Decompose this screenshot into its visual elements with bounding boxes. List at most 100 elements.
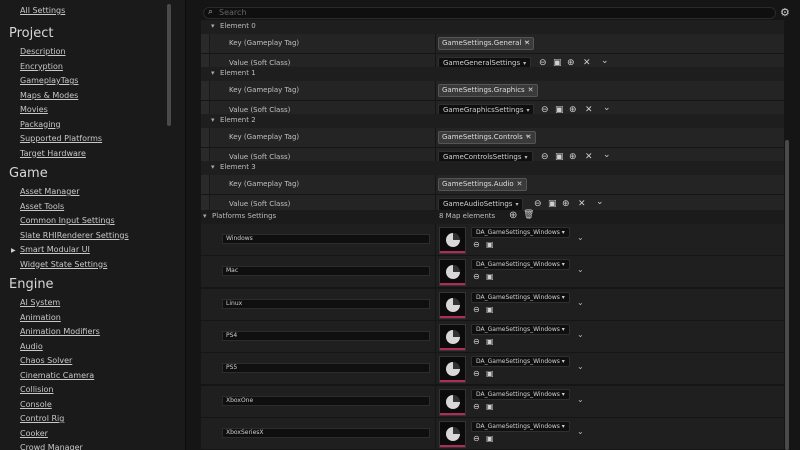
search-box[interactable]: ⌕ Search <box>203 7 776 19</box>
column-divider[interactable] <box>435 385 436 417</box>
column-divider[interactable] <box>435 175 436 194</box>
asset-thumbnail[interactable] <box>439 420 466 448</box>
asset-thumbnail[interactable] <box>439 227 466 254</box>
all-settings-link[interactable]: All Settings <box>20 6 65 15</box>
chevron-down-icon[interactable]: ⌄ <box>524 130 531 139</box>
column-divider[interactable] <box>435 81 436 100</box>
chevron-down-icon[interactable]: ⌄ <box>527 83 534 92</box>
use-selected-icon[interactable]: ⊖ <box>473 434 480 443</box>
sidebar-item[interactable]: Crowd Manager <box>20 443 83 450</box>
chevron-down-icon[interactable]: ⌄ <box>523 36 530 45</box>
sidebar-item[interactable]: Animation Modifiers <box>20 327 100 336</box>
column-divider[interactable] <box>435 128 436 147</box>
sidebar-item[interactable]: Slate RHIRenderer Settings <box>20 231 129 240</box>
sidebar-item[interactable]: Chaos Solver <box>20 356 72 365</box>
sidebar-item[interactable]: AI System <box>20 298 60 307</box>
chevron-down-icon[interactable]: ⌄ <box>577 395 584 404</box>
asset-picker[interactable]: DA_GameSettings_Windows ▾ <box>471 291 570 303</box>
element-header[interactable]: ▾ Element 1 <box>201 67 784 81</box>
use-selected-icon[interactable]: ⊖ <box>473 337 480 346</box>
sidebar-item[interactable]: Asset Manager <box>20 187 79 196</box>
sidebar-item[interactable]: Target Hardware <box>20 149 86 158</box>
add-icon[interactable]: ⊕ <box>509 210 517 221</box>
expand-arrow-icon[interactable]: ▶ <box>11 247 16 254</box>
chevron-down-icon[interactable]: ▾ <box>211 22 215 30</box>
asset-thumbnail[interactable] <box>439 291 466 319</box>
sidebar-item[interactable]: Cooker <box>20 429 48 438</box>
sidebar-item[interactable]: Control Rig <box>20 414 64 423</box>
chevron-down-icon[interactable]: ⌄ <box>601 56 609 66</box>
platform-key-field[interactable]: Linux <box>222 298 430 309</box>
platform-key-field[interactable]: PS5 <box>222 363 430 374</box>
sidebar-item[interactable]: Movies <box>20 105 48 114</box>
chevron-down-icon[interactable]: ⌄ <box>596 197 604 207</box>
browse-icon[interactable]: ▣ <box>486 272 494 281</box>
delete-icon[interactable]: ✕ <box>578 199 586 209</box>
sidebar-item[interactable]: Animation <box>20 313 61 322</box>
column-divider[interactable] <box>435 417 436 449</box>
browse-icon[interactable]: ▣ <box>486 402 494 411</box>
asset-thumbnail[interactable] <box>439 388 466 416</box>
gameplay-tag-chip[interactable]: GameSettings.Graphics ✕ <box>438 84 538 97</box>
column-divider[interactable] <box>435 353 436 385</box>
chevron-down-icon[interactable]: ▾ <box>211 116 215 124</box>
main-scrollbar[interactable] <box>785 140 789 450</box>
column-divider[interactable] <box>435 256 436 288</box>
asset-picker[interactable]: DA_GameSettings_Windows ▾ <box>471 227 570 238</box>
trash-icon[interactable]: 🗑 <box>523 210 534 220</box>
asset-thumbnail[interactable] <box>439 356 466 384</box>
sidebar-item[interactable]: Supported Platforms <box>20 134 102 143</box>
sidebar-item[interactable]: Console <box>20 400 52 409</box>
asset-thumbnail[interactable] <box>439 259 466 287</box>
sidebar-item[interactable]: Description <box>20 47 66 56</box>
element-header[interactable]: ▾ Element 2 <box>201 114 784 128</box>
chevron-down-icon[interactable]: ⌄ <box>577 298 584 307</box>
platform-key-field[interactable]: Mac <box>222 266 430 277</box>
asset-picker[interactable]: DA_GameSettings_Windows ▾ <box>471 323 570 335</box>
browse-icon[interactable]: ▣ <box>548 199 557 209</box>
chevron-down-icon[interactable]: ⌄ <box>516 177 523 186</box>
sidebar-item[interactable]: GameplayTags <box>20 76 78 85</box>
browse-icon[interactable]: ▣ <box>486 240 494 249</box>
platform-key-field[interactable]: PS4 <box>222 330 430 341</box>
browse-icon[interactable]: ▣ <box>486 434 494 443</box>
gameplay-tag-chip[interactable]: GameSettings.Controls ✕ <box>438 131 536 144</box>
chevron-down-icon[interactable]: ▾ <box>211 163 215 171</box>
add-icon[interactable]: ⊕ <box>562 199 570 209</box>
sidebar-scrollbar[interactable] <box>167 4 171 126</box>
gear-icon[interactable]: ⚙ <box>780 6 790 19</box>
asset-thumbnail[interactable] <box>439 323 466 351</box>
chevron-down-icon[interactable]: ⌄ <box>577 265 584 274</box>
sidebar-item[interactable]: Audio <box>20 342 43 351</box>
sidebar-item[interactable]: Widget State Settings <box>20 260 107 269</box>
sidebar-item[interactable]: Packaging <box>20 120 61 129</box>
asset-picker[interactable]: DA_GameSettings_Windows ▾ <box>471 356 570 368</box>
browse-icon[interactable]: ▣ <box>486 337 494 346</box>
gameplay-tag-chip[interactable]: GameSettings.Audio ✕ <box>438 178 527 191</box>
sidebar-item[interactable]: Collision <box>20 385 54 394</box>
chevron-down-icon[interactable]: ⌄ <box>603 150 611 160</box>
platforms-settings-header[interactable]: ▾ Platforms Settings 8 Map elements ⊕ 🗑 <box>201 210 784 224</box>
sidebar-item[interactable]: Maps & Modes <box>20 91 78 100</box>
platform-key-field[interactable]: Windows <box>222 234 430 244</box>
chevron-down-icon[interactable]: ⌄ <box>603 103 611 113</box>
sidebar-item[interactable]: Encryption <box>20 62 63 71</box>
use-selected-icon[interactable]: ⊖ <box>473 272 480 281</box>
column-divider[interactable] <box>435 224 436 255</box>
platform-key-field[interactable]: XboxSeriesX <box>222 427 430 438</box>
sidebar-item[interactable]: Asset Tools <box>20 202 64 211</box>
use-selected-icon[interactable]: ⊖ <box>473 402 480 411</box>
column-divider[interactable] <box>435 320 436 352</box>
column-divider[interactable] <box>435 288 436 320</box>
browse-icon[interactable]: ▣ <box>486 305 494 314</box>
use-selected-icon[interactable]: ⊖ <box>473 369 480 378</box>
chevron-down-icon[interactable]: ▾ <box>203 212 207 220</box>
use-selected-icon[interactable]: ⊖ <box>473 240 480 249</box>
element-header[interactable]: ▾ Element 0 <box>201 20 784 34</box>
use-selected-icon[interactable]: ⊖ <box>534 199 542 209</box>
chevron-down-icon[interactable]: ⌄ <box>577 362 584 371</box>
gameplay-tag-chip[interactable]: GameSettings.General ✕ <box>438 37 535 50</box>
sidebar-item[interactable]: Smart Modular UI <box>20 245 90 254</box>
element-header[interactable]: ▾ Element 3 <box>201 161 784 175</box>
asset-picker[interactable]: DA_GameSettings_Windows ▾ <box>471 420 570 432</box>
